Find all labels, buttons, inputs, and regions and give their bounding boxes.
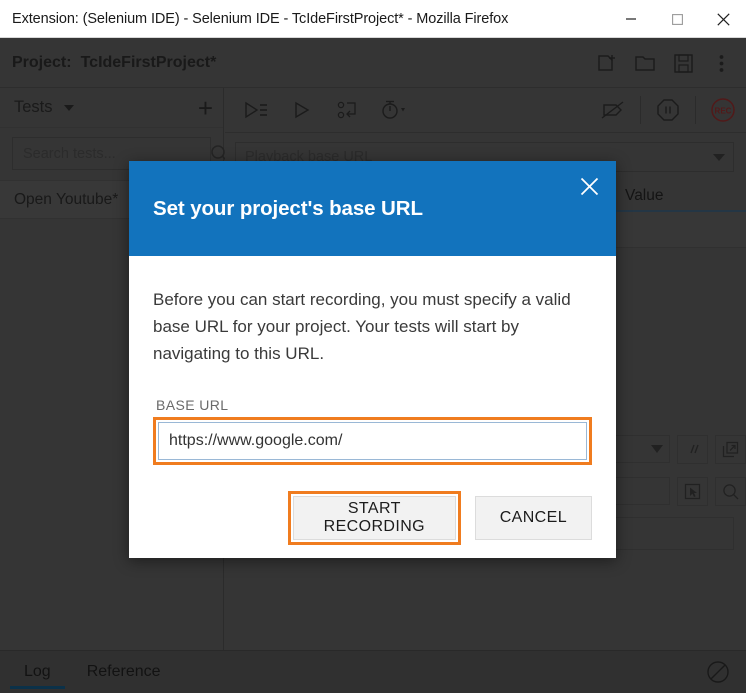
- close-icon[interactable]: [574, 171, 604, 201]
- app-root: Extension: (Selenium IDE) - Selenium IDE…: [0, 0, 746, 693]
- modal-description: Before you can start recording, you must…: [153, 290, 571, 363]
- minimize-icon[interactable]: [608, 0, 654, 38]
- base-url-label: BASE URL: [156, 397, 229, 413]
- start-recording-highlight: START RECORDING: [288, 491, 461, 545]
- window-title: Extension: (Selenium IDE) - Selenium IDE…: [12, 10, 509, 27]
- window-titlebar: Extension: (Selenium IDE) - Selenium IDE…: [0, 0, 746, 38]
- maximize-icon[interactable]: [654, 0, 700, 38]
- base-url-highlight: [153, 417, 592, 465]
- base-url-modal: Set your project's base URL Before you c…: [129, 161, 616, 558]
- modal-title: Set your project's base URL: [153, 196, 423, 220]
- cancel-button[interactable]: CANCEL: [474, 496, 592, 540]
- modal-header: Set your project's base URL: [129, 161, 616, 256]
- start-recording-button[interactable]: START RECORDING: [293, 496, 456, 540]
- close-icon[interactable]: [700, 0, 746, 38]
- window-controls: [608, 0, 746, 38]
- modal-body: Before you can start recording, you must…: [129, 256, 616, 545]
- modal-actions: START RECORDING CANCEL: [153, 491, 592, 545]
- base-url-input[interactable]: [158, 422, 587, 460]
